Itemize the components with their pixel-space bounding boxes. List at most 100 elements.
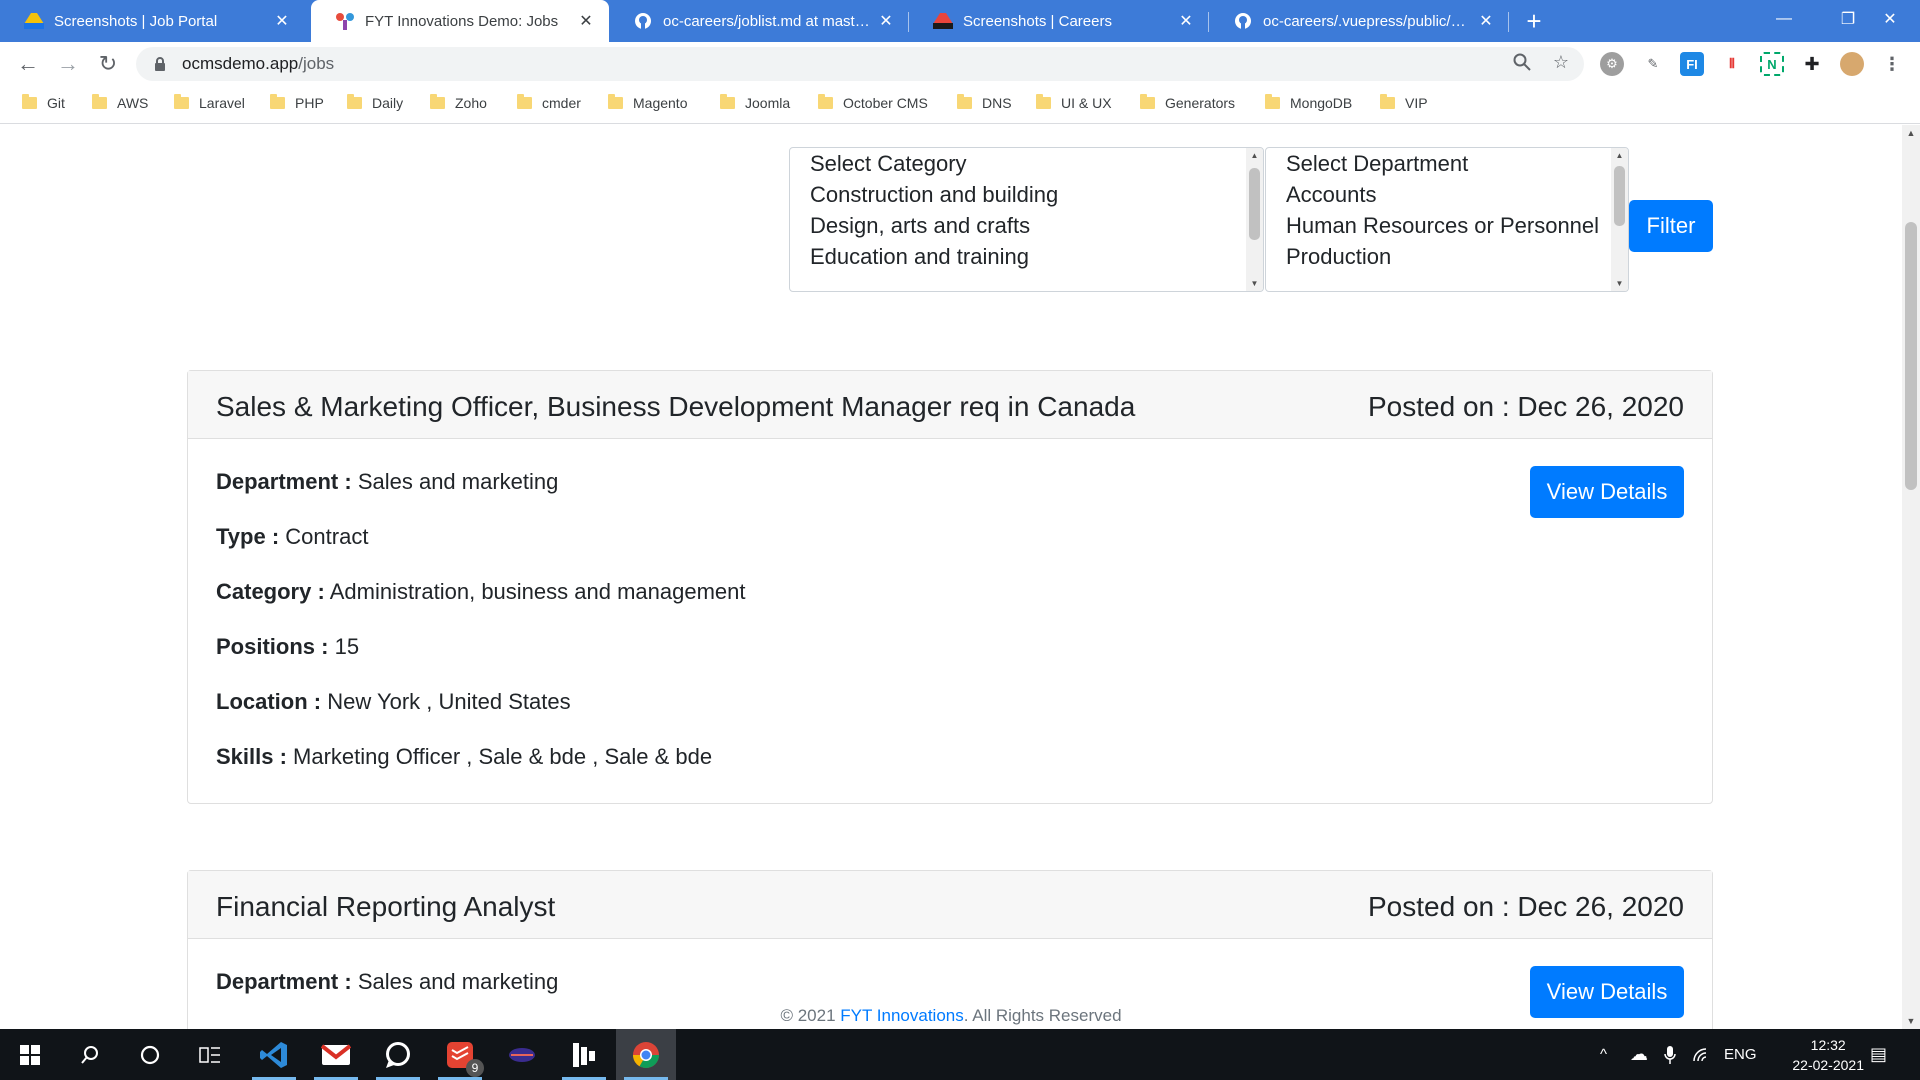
reload-icon[interactable]: ↻ bbox=[92, 48, 124, 80]
new-tab-button[interactable]: + bbox=[1519, 6, 1549, 36]
bookmark-label: Laravel bbox=[199, 95, 245, 111]
show-hidden-icons[interactable]: ^ bbox=[1600, 1029, 1607, 1080]
todoist-icon[interactable]: 9 bbox=[430, 1029, 490, 1080]
forward-icon[interactable]: → bbox=[52, 48, 84, 80]
bookmark-item[interactable]: PHP bbox=[270, 94, 324, 111]
field-value: Contract bbox=[285, 524, 369, 549]
footer-copyright: © 2021 bbox=[780, 1006, 841, 1025]
minimize-icon[interactable]: — bbox=[1752, 0, 1816, 38]
close-window-icon[interactable]: ✕ bbox=[1860, 0, 1920, 38]
category-select[interactable]: Select Category Construction and buildin… bbox=[789, 147, 1264, 292]
extension-ruler-icon[interactable]: ⫴ bbox=[1720, 52, 1744, 76]
page-scroll-thumb[interactable] bbox=[1905, 222, 1917, 490]
extension-n-icon[interactable]: N bbox=[1760, 52, 1784, 76]
department-option[interactable]: Select Department bbox=[1266, 148, 1628, 179]
department-option[interactable]: Human Resources or Personnel bbox=[1266, 210, 1628, 241]
close-icon[interactable]: ✕ bbox=[1177, 11, 1195, 31]
lock-icon bbox=[155, 57, 165, 71]
scroll-up-arrow-icon[interactable]: ▲ bbox=[1246, 151, 1263, 160]
tab-title: FYT Innovations Demo: Jobs bbox=[365, 12, 559, 30]
job-title: Sales & Marketing Officer, Business Deve… bbox=[216, 391, 1136, 422]
department-option[interactable]: Production bbox=[1266, 241, 1628, 272]
profile-avatar[interactable] bbox=[1840, 52, 1864, 76]
bookmark-item[interactable]: Git bbox=[22, 94, 65, 111]
gmail-icon[interactable] bbox=[306, 1029, 366, 1080]
onedrive-icon[interactable]: ☁ bbox=[1630, 1029, 1648, 1080]
category-option[interactable]: Education and training bbox=[790, 241, 1263, 272]
select-scroll-thumb[interactable] bbox=[1249, 168, 1260, 240]
extension-fi-icon[interactable]: FI bbox=[1680, 52, 1704, 76]
language-indicator[interactable]: ENG bbox=[1724, 1029, 1757, 1080]
tab-screenshots-careers[interactable]: Screenshots | Careers ✕ bbox=[909, 0, 1209, 42]
bookmark-item[interactable]: MongoDB bbox=[1265, 94, 1352, 111]
tab-title: Screenshots | Job Portal bbox=[54, 12, 218, 30]
filter-button[interactable]: Filter bbox=[1629, 200, 1713, 252]
whatsapp-icon[interactable] bbox=[368, 1029, 428, 1080]
field-label: Category : bbox=[216, 579, 325, 604]
select-scroll-thumb[interactable] bbox=[1614, 166, 1625, 226]
system-clock[interactable]: 12:32 22-02-2021 bbox=[1792, 1035, 1864, 1075]
scroll-down-arrow-icon[interactable]: ▼ bbox=[1246, 279, 1263, 288]
select-scrollbar[interactable]: ▲ ▼ bbox=[1611, 148, 1628, 291]
address-bar[interactable]: ocmsdemo.app/jobs bbox=[136, 47, 1584, 81]
category-option[interactable]: Design, arts and crafts bbox=[790, 210, 1263, 241]
bookmark-item[interactable]: Magento bbox=[608, 94, 687, 111]
cortana-icon[interactable] bbox=[120, 1029, 180, 1080]
tab-vuepress-assets[interactable]: oc-careers/.vuepress/public/asse ✕ bbox=[1209, 0, 1509, 42]
department-select[interactable]: Select Department Accounts Human Resourc… bbox=[1265, 147, 1629, 292]
bookmark-item[interactable]: AWS bbox=[92, 94, 148, 111]
notifications-icon[interactable]: ▤ bbox=[1870, 1029, 1887, 1080]
footer-brand-link[interactable]: FYT Innovations bbox=[840, 1006, 963, 1025]
bookmark-item[interactable]: Laravel bbox=[174, 94, 245, 111]
bookmark-item[interactable]: Daily bbox=[347, 94, 403, 111]
folder-icon bbox=[818, 94, 833, 109]
bookmark-item[interactable]: VIP bbox=[1380, 94, 1428, 111]
close-icon[interactable]: ✕ bbox=[273, 11, 291, 31]
zoom-icon[interactable] bbox=[1511, 51, 1533, 73]
department-option[interactable]: Accounts bbox=[1266, 179, 1628, 210]
chrome-icon[interactable] bbox=[616, 1029, 676, 1080]
extension-eyedropper-icon[interactable]: ✎ bbox=[1641, 52, 1665, 76]
scroll-down-arrow-icon[interactable]: ▼ bbox=[1611, 279, 1628, 288]
star-icon[interactable]: ☆ bbox=[1550, 51, 1572, 73]
bookmark-label: Zoho bbox=[455, 95, 487, 111]
wifi-icon[interactable] bbox=[1692, 1029, 1712, 1080]
bookmark-item[interactable]: October CMS bbox=[818, 94, 928, 111]
search-icon[interactable] bbox=[60, 1029, 120, 1080]
close-icon[interactable]: ✕ bbox=[877, 11, 895, 31]
bookmark-label: Generators bbox=[1165, 95, 1236, 111]
view-details-button[interactable]: View Details bbox=[1530, 466, 1684, 518]
task-view-icon[interactable] bbox=[180, 1029, 240, 1080]
windows-start-icon[interactable] bbox=[0, 1029, 60, 1080]
page-scrollbar[interactable]: ▲ ▼ bbox=[1902, 125, 1920, 1029]
category-option[interactable]: Select Category bbox=[790, 148, 1263, 179]
extensions-puzzle-icon[interactable]: ✚ bbox=[1800, 52, 1824, 76]
extension-gear-icon[interactable]: ⚙ bbox=[1600, 52, 1624, 76]
bookmark-item[interactable]: cmder bbox=[517, 94, 581, 111]
back-icon[interactable]: ← bbox=[12, 48, 44, 80]
close-icon[interactable]: ✕ bbox=[1477, 11, 1495, 31]
tab-joblist-md[interactable]: oc-careers/joblist.md at master · ✕ bbox=[609, 0, 909, 42]
field-label: Skills : bbox=[216, 744, 287, 769]
select-scrollbar[interactable]: ▲ ▼ bbox=[1246, 148, 1263, 291]
category-option[interactable]: Construction and building bbox=[790, 179, 1263, 210]
bookmark-label: UI & UX bbox=[1061, 95, 1112, 111]
close-icon[interactable]: ✕ bbox=[577, 11, 595, 31]
field-value: Marketing Officer , Sale & bde , Sale & … bbox=[293, 744, 713, 769]
scroll-up-arrow-icon[interactable]: ▲ bbox=[1611, 151, 1628, 160]
microphone-icon[interactable] bbox=[1664, 1029, 1676, 1080]
scroll-up-arrow-icon[interactable]: ▲ bbox=[1902, 125, 1920, 141]
bookmark-item[interactable]: DNS bbox=[957, 94, 1012, 111]
bookmark-item[interactable]: Zoho bbox=[430, 94, 487, 111]
tab-fyt-jobs[interactable]: FYT Innovations Demo: Jobs ✕ bbox=[311, 0, 609, 42]
vscode-icon[interactable] bbox=[244, 1029, 304, 1080]
scroll-down-arrow-icon[interactable]: ▼ bbox=[1902, 1013, 1920, 1029]
kanban-app-icon[interactable] bbox=[554, 1029, 614, 1080]
bookmark-item[interactable]: Generators bbox=[1140, 94, 1236, 111]
menu-icon[interactable]: ⋮ bbox=[1880, 52, 1904, 76]
bookmark-item[interactable]: Joomla bbox=[720, 94, 790, 111]
bookmark-item[interactable]: UI & UX bbox=[1036, 94, 1112, 111]
postgres-app-icon[interactable] bbox=[492, 1029, 552, 1080]
folder-icon bbox=[1265, 94, 1280, 109]
tab-screenshots-job-portal[interactable]: Screenshots | Job Portal ✕ bbox=[0, 0, 305, 42]
